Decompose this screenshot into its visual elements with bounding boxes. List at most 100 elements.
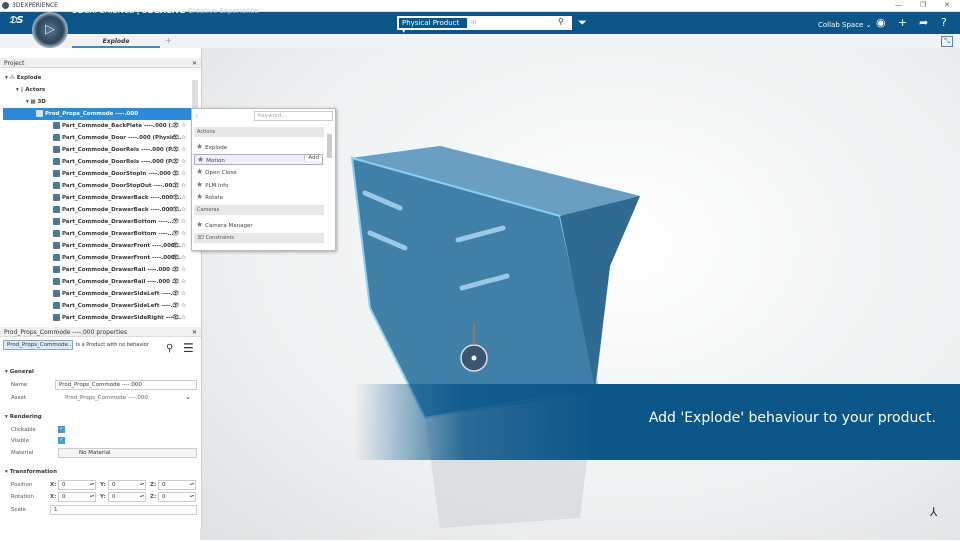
select-icon[interactable]: ☆ [181, 204, 186, 216]
share-icon[interactable]: ➦ [919, 16, 928, 29]
product-chip[interactable]: Prod_Props_Commode... [3, 340, 73, 350]
visibility-eye-icon[interactable]: 👁 [172, 312, 180, 324]
add-tab-button[interactable]: + [165, 36, 172, 45]
visibility-eye-icon[interactable]: 👁 [172, 132, 180, 144]
visibility-eye-icon[interactable]: 👁 [172, 240, 180, 252]
tree-node-part[interactable]: Part_Commode_DrawerBack ----.000 ... 👁 ☆ [53, 204, 186, 216]
tree-node-part[interactable]: Part_Commode_DrawerFront ----.000... 👁 ☆ [53, 240, 186, 252]
section-rendering[interactable]: ▾ Rendering [5, 414, 42, 420]
tree-node-selected[interactable]: Prod_Props_Commode ----.000 [3, 108, 192, 120]
select-icon[interactable]: ☆ [181, 228, 186, 240]
tree-node-part[interactable]: Part_Commode_DrawerSideLeft ----... 👁 ☆ [53, 288, 186, 300]
visibility-eye-icon[interactable]: 👁 [172, 168, 180, 180]
visibility-eye-icon[interactable]: 👁 [172, 276, 180, 288]
spinner-icon[interactable]: ▴▾ [90, 493, 94, 498]
tree-node-part[interactable]: Part_Commode_DrawerSideRight ----... 👁 ☆ [53, 312, 186, 324]
visibility-eye-icon[interactable]: 👁 [172, 264, 180, 276]
search-icon[interactable]: ⚲ [558, 17, 564, 26]
play-icon[interactable]: ▷ [45, 22, 55, 37]
select-icon[interactable]: ☆ [181, 144, 186, 156]
select-icon[interactable]: ☆ [181, 300, 186, 312]
add-button[interactable]: Add [304, 155, 322, 161]
spinner-icon[interactable]: ▴▾ [140, 493, 144, 498]
visibility-eye-icon[interactable]: 👁 [172, 120, 180, 132]
select-icon[interactable]: ☆ [181, 168, 186, 180]
clickable-checkbox[interactable]: ✓ [58, 426, 65, 433]
visible-checkbox[interactable]: ✓ [58, 437, 65, 444]
visibility-eye-icon[interactable]: 👁 [172, 156, 180, 168]
collab-space-dropdown[interactable]: Collab Space ⌄ [818, 21, 871, 29]
select-icon[interactable]: ☆ [181, 216, 186, 228]
spinner-icon[interactable]: ▴▾ [190, 493, 194, 498]
close-project-button[interactable]: ✕ [192, 60, 197, 67]
asset-value[interactable]: Prod_Props_Commode ----.000 [65, 395, 148, 401]
select-icon[interactable]: ☆ [181, 180, 186, 192]
tree-node-explode[interactable]: ▾ ⁂ Explode [5, 72, 41, 84]
visibility-eye-icon[interactable]: 👁 [172, 216, 180, 228]
tree-node-3d[interactable]: ▾ ▦ 3D [26, 96, 46, 108]
spinner-icon[interactable]: ▴▾ [140, 481, 144, 486]
keyword-input[interactable]: Keyword... [254, 111, 333, 121]
tree-node-part[interactable]: Part_Commode_DrawerFront ----.000... 👁 ☆ [53, 252, 186, 264]
tree-node-part[interactable]: Part_Commode_DoorReis ----.000 (P... 👁 ☆ [53, 156, 186, 168]
tree-node-part[interactable]: Part_Commode_DrawerBack ----.000 ... 👁 ☆ [53, 192, 186, 204]
action-plm-info[interactable]: ★ PLM Info [196, 180, 228, 189]
restore-button[interactable]: ❐ [920, 1, 926, 9]
select-icon[interactable]: ☆ [181, 288, 186, 300]
tree-node-part[interactable]: Part_Commode_DrawerRail ----.000 ... 👁 ☆ [53, 264, 186, 276]
tree-node-part[interactable]: Part_Commode_DoorStopOut ----.00... 👁 ☆ [53, 180, 186, 192]
section-general[interactable]: ▾ General [5, 369, 34, 375]
close-button[interactable]: ✕ [944, 1, 950, 9]
select-icon[interactable]: ☆ [181, 192, 186, 204]
tab-explode[interactable]: Explode [72, 34, 160, 48]
menu-icon[interactable]: ☰ [183, 341, 194, 355]
camera-manager[interactable]: ★ Camera Manager [196, 220, 253, 229]
visibility-eye-icon[interactable]: 👁 [172, 144, 180, 156]
select-icon[interactable]: ☆ [181, 120, 186, 132]
action-rotate[interactable]: ★ Rotate [196, 192, 223, 201]
section-transformation[interactable]: ▾ Transformation [5, 469, 57, 475]
select-icon[interactable]: ☆ [181, 276, 186, 288]
action-explode[interactable]: ★ Explode [196, 142, 227, 151]
action-open-close[interactable]: ★ Open Close [196, 167, 237, 176]
add-icon[interactable]: + [898, 16, 907, 29]
visibility-eye-icon[interactable]: 👁 [172, 204, 180, 216]
select-icon[interactable]: ☆ [181, 252, 186, 264]
visibility-eye-icon[interactable]: 👁 [172, 180, 180, 192]
collapse-icon[interactable]: ⤡ [941, 36, 953, 47]
tree-node-actors[interactable]: ▾ ▯ Actors [16, 84, 45, 96]
tree-node-part[interactable]: Part_Commode_DoorReis ----.000 (P... 👁 ☆ [53, 144, 186, 156]
visibility-eye-icon[interactable]: 👁 [172, 252, 180, 264]
name-field[interactable]: Prod_Props_Commode ----.000 [55, 380, 197, 390]
tree-node-part[interactable]: Part_Commode_BackPlate ----.000 (... 👁 ☆ [53, 120, 186, 132]
menu-scrollbar[interactable] [327, 134, 332, 158]
back-icon[interactable]: ‹ [195, 111, 198, 120]
select-icon[interactable]: ☆ [181, 132, 186, 144]
spinner-icon[interactable]: ▴▾ [190, 481, 194, 486]
material-field[interactable]: No Material [58, 448, 197, 458]
visibility-eye-icon[interactable]: 👁 [172, 228, 180, 240]
help-icon[interactable]: ? [941, 16, 947, 29]
visibility-eye-icon[interactable]: 👁 [172, 300, 180, 312]
tree-node-part[interactable]: Part_Commode_DrawerBottom ----... 👁 ☆ [53, 216, 186, 228]
product-type-dropdown[interactable]: Physical Product ▾ [397, 16, 469, 35]
select-icon[interactable]: ☆ [181, 240, 186, 252]
user-icon[interactable]: ◉ [876, 16, 886, 29]
select-icon[interactable]: ☆ [181, 312, 186, 324]
spinner-icon[interactable]: ▴▾ [90, 481, 94, 486]
add-behavior-icon[interactable]: ⚲ [166, 343, 173, 354]
asset-dropdown-icon[interactable]: ⌄ [185, 393, 191, 401]
visibility-eye-icon[interactable]: 👁 [172, 192, 180, 204]
compass-widget[interactable]: ▷ [32, 12, 68, 48]
tree-node-part[interactable]: Part_Commode_DrawerSideLeft ----... 👁 ☆ [53, 300, 186, 312]
search-input[interactable]: In [469, 16, 572, 30]
visibility-eye-icon[interactable]: 👁 [172, 288, 180, 300]
select-icon[interactable]: ☆ [181, 156, 186, 168]
tree-node-part[interactable]: Part_Commode_DoorStopIn ----.000 ... 👁 ☆ [53, 168, 186, 180]
tree-node-part[interactable]: Part_Commode_DrawerRail ----.000 ... 👁 ☆ [53, 276, 186, 288]
select-icon[interactable]: ☆ [181, 264, 186, 276]
minimize-button[interactable]: — [895, 1, 902, 9]
action-motion[interactable]: ★ Motion Add [194, 154, 323, 165]
scale-field[interactable]: 1 [50, 505, 197, 515]
tree-node-part[interactable]: Part_Commode_Door ----.000 (Physic... 👁 ☆ [53, 132, 186, 144]
